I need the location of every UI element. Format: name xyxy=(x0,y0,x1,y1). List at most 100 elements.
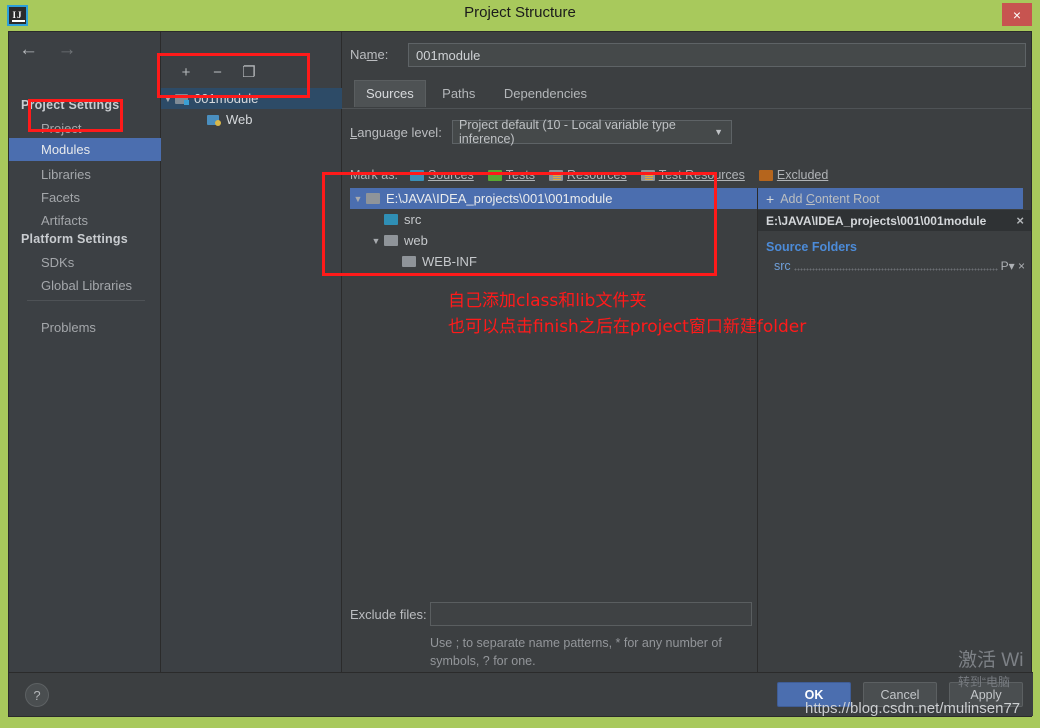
tree-row-label: WEB-INF xyxy=(422,254,477,269)
add-content-root-button[interactable]: + Add Content Root xyxy=(758,188,1031,210)
mark-as-label-text: Tests xyxy=(505,168,535,182)
sidebar-item-label: Artifacts xyxy=(41,213,88,228)
chevron-down-icon[interactable]: ▼ xyxy=(161,94,175,104)
sidebar-item-label: Libraries xyxy=(41,167,91,182)
sidebar-item-label: Global Libraries xyxy=(41,278,133,293)
folder-excluded-icon xyxy=(758,169,773,181)
exclude-files-input[interactable] xyxy=(430,602,752,626)
module-tree-label: Web xyxy=(226,112,253,127)
folder-resources-icon xyxy=(548,169,563,181)
apply-button[interactable]: Apply xyxy=(949,682,1023,707)
tree-row-label: web xyxy=(404,233,428,248)
settings-tabs: Sources Paths Dependencies xyxy=(354,80,599,107)
back-arrow-icon[interactable]: ← xyxy=(19,40,38,59)
folder-icon xyxy=(384,214,398,225)
dialog-footer: ? OK Cancel Apply xyxy=(9,672,1033,716)
sidebar-item-global-libraries[interactable]: Global Libraries xyxy=(9,274,161,297)
modules-toolbar: + − ❐ xyxy=(175,63,265,83)
dotted-leader xyxy=(793,261,998,271)
forward-arrow-icon[interactable]: → xyxy=(57,40,76,59)
add-content-root-label: Add Content Root xyxy=(780,192,880,206)
content-root-path: E:\JAVA\IDEA_projects\001\001module xyxy=(766,213,987,228)
source-folder-row[interactable]: src P▾ × xyxy=(758,257,1031,275)
sidebar-group-project-settings: Project Settings xyxy=(21,98,120,112)
settings-sidebar: ← → Project Settings Platform Settings P… xyxy=(9,32,161,674)
tree-row-label: src xyxy=(404,212,422,227)
mark-as-excluded[interactable]: Excluded xyxy=(758,168,829,182)
window-title: Project Structure xyxy=(464,4,576,21)
exclude-files-label: Exclude files: xyxy=(350,607,427,622)
sidebar-item-problems[interactable]: Problems xyxy=(9,316,161,339)
mark-as-label-text: Excluded xyxy=(776,168,829,182)
annotation-text-line2: 也可以点击finish之后在project窗口新建folder xyxy=(448,317,807,337)
source-folder-actions[interactable]: P▾ × xyxy=(1001,259,1025,273)
plus-icon: + xyxy=(766,191,775,207)
sidebar-item-libraries[interactable]: Libraries xyxy=(9,163,161,186)
chevron-down-icon[interactable]: ▼ xyxy=(714,127,723,137)
mark-as-tests[interactable]: Tests xyxy=(487,168,535,182)
mark-as-label-text: Test Resources xyxy=(658,168,745,182)
title-bar: IJ Project Structure × xyxy=(0,0,1040,31)
remove-content-root-icon[interactable]: × xyxy=(1016,213,1024,228)
ok-button[interactable]: OK xyxy=(777,682,851,707)
exclude-files-label-row: Exclude files: xyxy=(350,606,427,624)
remove-module-icon[interactable]: − xyxy=(206,63,228,83)
content-root-pane: + Add Content Root E:\JAVA\IDEA_projects… xyxy=(757,188,1031,674)
sidebar-item-label: Problems xyxy=(41,320,96,335)
mark-as-label-text: Resources xyxy=(566,168,627,182)
mark-as-test-resources[interactable]: Test Resources xyxy=(640,168,745,182)
cancel-button[interactable]: Cancel xyxy=(863,682,937,707)
folder-sources-icon xyxy=(409,169,424,181)
mark-as-label-text: Sources xyxy=(427,168,474,182)
folder-tests-icon xyxy=(487,169,502,181)
sidebar-item-project[interactable]: Project xyxy=(9,117,161,140)
folder-test-resources-icon xyxy=(640,169,655,181)
sidebar-item-facets[interactable]: Facets xyxy=(9,186,161,209)
sidebar-item-sdks[interactable]: SDKs xyxy=(9,251,161,274)
folder-icon xyxy=(402,256,416,267)
annotation-text-line1: 自己添加class和lib文件夹 xyxy=(448,291,647,311)
language-level-value: Project default (10 - Local variable typ… xyxy=(459,118,676,146)
navigation-arrows: ← → xyxy=(19,40,91,60)
tab-dependencies[interactable]: Dependencies xyxy=(492,80,599,107)
folder-icon xyxy=(366,193,380,204)
module-name-input[interactable] xyxy=(408,43,1026,67)
package-prefix-icon[interactable]: P▾ xyxy=(1001,259,1015,273)
sidebar-item-modules[interactable]: Modules xyxy=(9,138,161,161)
language-level-label: Language level: xyxy=(350,125,442,140)
tab-paths[interactable]: Paths xyxy=(430,80,487,107)
module-tree-row[interactable]: Web xyxy=(161,109,342,130)
source-folder-label: src xyxy=(774,259,791,273)
tree-row-label: E:\JAVA\IDEA_projects\001\001module xyxy=(386,191,613,206)
sidebar-item-label: SDKs xyxy=(41,255,75,270)
tabs-underline xyxy=(342,108,1031,109)
language-level-select[interactable]: Project default (10 - Local variable typ… xyxy=(452,118,732,146)
module-settings-main: Name: Sources Paths Dependencies Languag… xyxy=(342,32,1031,674)
sidebar-divider xyxy=(27,300,145,301)
mark-as-resources[interactable]: Resources xyxy=(548,168,627,182)
close-icon[interactable]: × xyxy=(1002,3,1032,26)
screen-root: IJ Project Structure × ← → Project Setti… xyxy=(0,0,1040,728)
chevron-down-icon[interactable]: ▼ xyxy=(350,194,366,204)
module-tree-label: 001module xyxy=(194,91,259,106)
module-icon xyxy=(175,93,189,105)
modules-tree-panel: + − ❐ ▼ 001module Web xyxy=(161,32,342,674)
exclude-files-hint: Use ; to separate name patterns, * for a… xyxy=(430,636,722,668)
sidebar-item-artifacts[interactable]: Artifacts xyxy=(9,209,161,232)
name-label: Name: xyxy=(350,47,389,62)
name-label-row: Name: xyxy=(350,46,388,64)
help-icon[interactable]: ? xyxy=(25,683,49,707)
source-folders-title: Source Folders xyxy=(766,240,857,254)
remove-source-folder-icon[interactable]: × xyxy=(1018,259,1025,273)
add-module-icon[interactable]: + xyxy=(175,63,197,83)
mark-as-row: Mark as: Sources Tests Resources Test Re… xyxy=(350,166,842,184)
sidebar-item-label: Facets xyxy=(41,190,81,205)
copy-module-icon[interactable]: ❐ xyxy=(238,63,260,83)
mark-as-sources[interactable]: Sources xyxy=(409,168,474,182)
tab-sources[interactable]: Sources xyxy=(354,80,426,107)
module-tree-row[interactable]: ▼ 001module xyxy=(161,88,342,109)
folder-icon xyxy=(384,235,398,246)
mark-as-label: Mark as: xyxy=(350,168,398,182)
sidebar-item-label: Modules xyxy=(41,142,91,157)
chevron-down-icon[interactable]: ▼ xyxy=(368,236,384,246)
